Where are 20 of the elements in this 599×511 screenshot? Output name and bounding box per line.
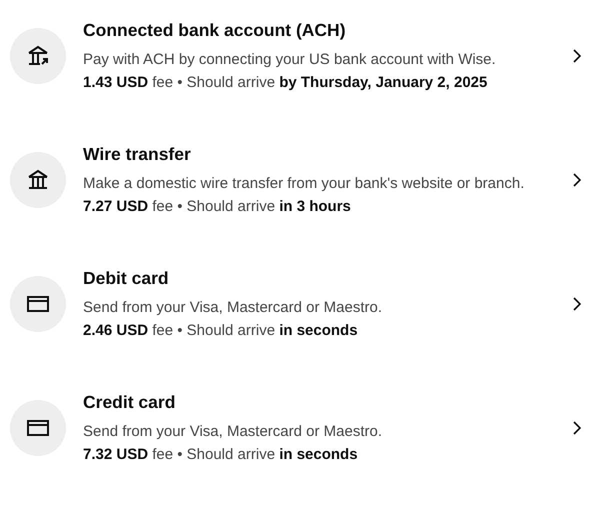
fee-info: 2.46 USD fee • Should arrive in seconds xyxy=(83,321,359,341)
card-icon xyxy=(26,418,50,438)
option-title: Debit card xyxy=(83,267,170,290)
chevron-right-icon[interactable] xyxy=(573,297,581,311)
option-description: Send from your Visa, Mastercard or Maestro. xyxy=(83,298,384,318)
option-description: Make a domestic wire transfer from your bank's website or branch. xyxy=(83,174,526,194)
card-icon xyxy=(26,294,50,314)
option-description: Send from your Visa, Mastercard or Maestro. xyxy=(83,422,384,442)
chevron-right-icon[interactable] xyxy=(573,421,581,435)
option-title: Credit card xyxy=(83,391,176,414)
fee-info: 7.27 USD fee • Should arrive in 3 hours xyxy=(83,197,352,217)
bank-icon xyxy=(26,44,50,68)
bank-icon xyxy=(26,168,50,192)
option-title: Connected bank account (ACH) xyxy=(83,19,347,42)
option-description: Pay with ACH by connecting your US bank account with Wise. xyxy=(83,50,497,70)
chevron-right-icon[interactable] xyxy=(573,173,581,187)
chevron-right-icon[interactable] xyxy=(573,49,581,63)
option-title: Wire transfer xyxy=(83,143,192,166)
fee-info: 7.32 USD fee • Should arrive in seconds xyxy=(83,445,359,465)
fee-info: 1.43 USD fee • Should arrive by Thursday, January 2, 2025 xyxy=(83,73,488,93)
